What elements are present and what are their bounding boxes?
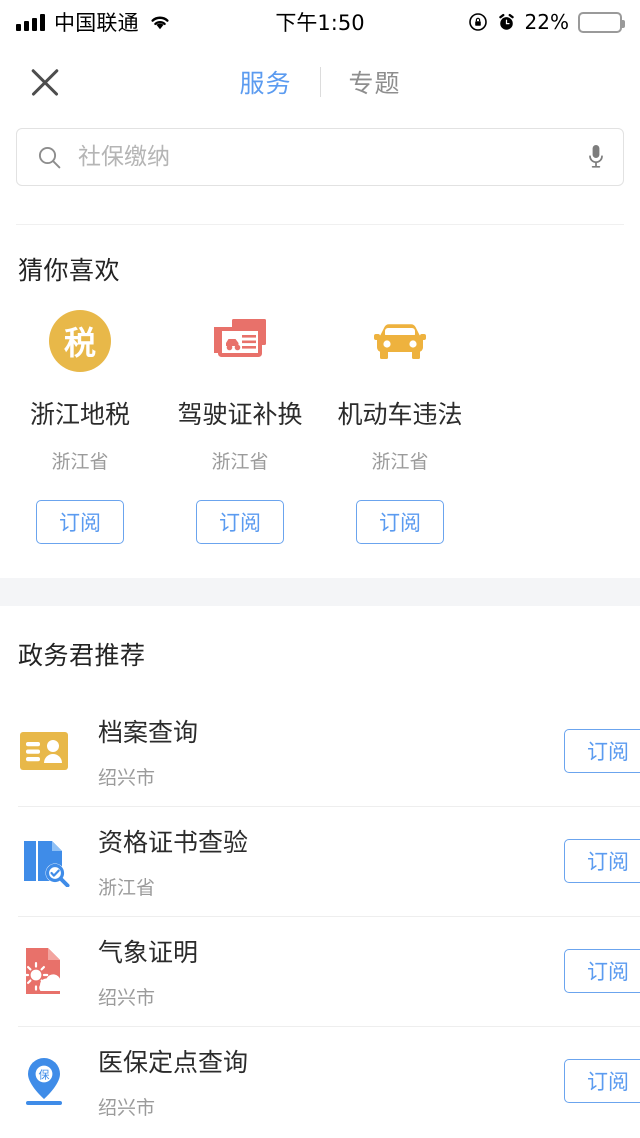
driver-license-icon [208,309,272,373]
search-icon [37,145,62,170]
list-item-region: 绍兴市 [98,986,156,1009]
nav-bar: 服务 专题 [0,44,640,120]
guess-card-name: 浙江地税 [29,400,130,429]
guess-card-region: 浙江省 [371,451,429,473]
list-item-text: 气象证明 绍兴市 [98,933,198,1010]
subscribe-button[interactable]: 订阅 [196,500,284,544]
tab-topics[interactable]: 专题 [321,64,429,100]
weather-document-icon [18,945,70,997]
subscribe-button[interactable]: 订阅 [564,1059,640,1103]
subscribe-button[interactable]: 订阅 [356,500,444,544]
list-item-text: 档案查询 绍兴市 [98,713,198,790]
list-item-text: 资格证书查验 浙江省 [98,823,248,900]
guess-card-region: 浙江省 [51,451,109,473]
list-item-region: 绍兴市 [98,1096,156,1119]
guess-section: 猜你喜欢 税 浙江地税 浙江省 订阅 驾驶证补换 浙江省 订阅 机动车违法 浙江… [0,225,640,544]
guess-card-name: 驾驶证补换 [177,400,303,429]
alarm-clock-icon [497,13,516,32]
guess-card[interactable]: 驾驶证补换 浙江省 订阅 [160,309,320,544]
recommend-list: 档案查询 绍兴市 订阅 资格证书查验 浙江省 订阅 气象证明 绍兴市 订阅 保 … [0,696,640,1136]
subscribe-button[interactable]: 订阅 [564,949,640,993]
list-item-name: 资格证书查验 [98,827,249,857]
guess-card[interactable]: 税 浙江地税 浙江省 订阅 [0,309,160,544]
battery-percent-label: 22% [524,10,569,34]
app-root: 中国联通 下午1:50 22% 服务 专题 社保缴纳 猜你喜欢 税 浙江地税 浙… [0,0,640,1138]
tax-badge-label: 税 [49,310,111,372]
guess-card-name: 机动车违法 [337,400,463,429]
tab-bar: 服务 专题 [0,44,640,120]
recommend-section: 政务君推荐 档案查询 绍兴市 订阅 资格证书查验 浙江省 订阅 气象证明 绍兴市… [0,606,640,1136]
document-search-icon [18,835,70,887]
status-bar: 中国联通 下午1:50 22% [0,0,640,44]
svg-text:保: 保 [39,1068,50,1082]
search-input[interactable] [78,144,587,170]
map-pin-insurance-icon: 保 [18,1055,70,1107]
guess-grid: 税 浙江地税 浙江省 订阅 驾驶证补换 浙江省 订阅 机动车违法 浙江省 订阅 [0,287,640,544]
list-item[interactable]: 资格证书查验 浙江省 订阅 [0,806,640,916]
status-bar-right: 22% [468,10,625,34]
guess-card-region: 浙江省 [211,451,269,473]
wifi-icon [148,13,172,31]
list-item-text: 医保定点查询 绍兴市 [98,1043,248,1120]
search-section [0,120,640,225]
list-item-region: 浙江省 [98,876,156,899]
tab-services[interactable]: 服务 [211,64,319,100]
guess-card[interactable]: 机动车违法 浙江省 订阅 [320,309,480,544]
search-box[interactable] [16,128,624,186]
carrier-label: 中国联通 [54,11,139,35]
list-item-name: 档案查询 [98,717,199,747]
tax-badge-icon: 税 [48,309,112,373]
list-item[interactable]: 气象证明 绍兴市 订阅 [0,916,640,1026]
list-item-name: 医保定点查询 [98,1047,249,1077]
battery-icon [578,11,625,33]
section-separator-band [0,578,640,606]
recommend-section-title: 政务君推荐 [18,641,146,670]
subscribe-button[interactable]: 订阅 [564,839,640,883]
list-item[interactable]: 保 医保定点查询 绍兴市 订阅 [0,1026,640,1136]
list-item[interactable]: 档案查询 绍兴市 订阅 [0,696,640,806]
list-item-name: 气象证明 [98,937,199,967]
subscribe-button[interactable]: 订阅 [564,729,640,773]
list-item-region: 绍兴市 [98,766,156,789]
id-card-person-icon [18,725,70,777]
guess-section-title: 猜你喜欢 [18,256,121,285]
microphone-icon[interactable] [587,142,605,172]
subscribe-button[interactable]: 订阅 [36,500,124,544]
signal-bars-icon [16,13,45,31]
rotation-lock-icon [468,12,488,32]
car-front-icon [368,309,432,373]
status-bar-left: 中国联通 [16,7,172,37]
